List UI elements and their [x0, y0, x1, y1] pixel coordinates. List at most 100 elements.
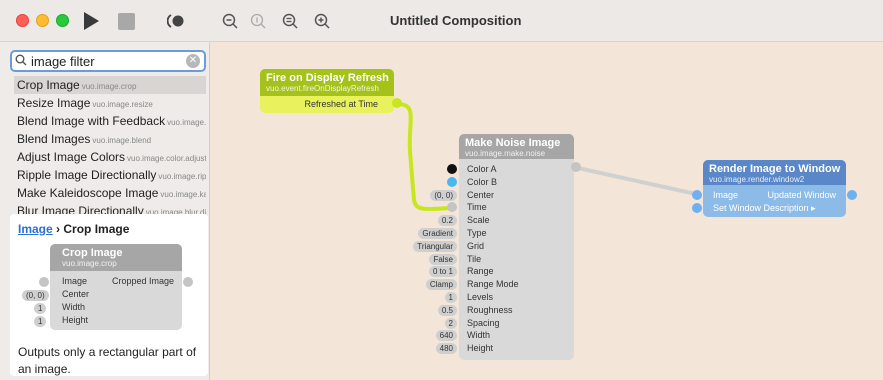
constant-value[interactable]: Gradient	[418, 228, 457, 239]
search-input[interactable]: image filter	[31, 54, 186, 69]
port-label: Scale	[467, 215, 490, 225]
port-label: Image	[713, 190, 739, 200]
stop-button[interactable]	[116, 10, 136, 32]
port-label: Time	[467, 202, 487, 212]
port-label: Color A	[467, 164, 497, 174]
node-title: Crop Image	[62, 247, 123, 259]
node-class: vuo.image.crop	[62, 259, 117, 268]
constant-value[interactable]: Triangular	[413, 241, 457, 252]
breadcrumb-link-image[interactable]: Image	[18, 222, 53, 236]
constant-value[interactable]: 2	[444, 318, 457, 329]
zoom-window-button[interactable]	[56, 14, 69, 27]
input-port[interactable]	[692, 203, 702, 213]
list-item[interactable]: Adjust Image Colors vuo.image.color.adjus…	[14, 148, 206, 166]
input-port[interactable]	[692, 190, 702, 200]
zoom-out-button[interactable]	[220, 10, 240, 32]
library-search-field[interactable]: image filter ✕	[10, 50, 206, 72]
input-port[interactable]	[447, 202, 457, 212]
port-label: Range Mode	[467, 279, 519, 289]
port-label: Roughness	[467, 305, 513, 315]
list-item[interactable]: Resize Image vuo.image.resize	[14, 94, 206, 112]
port-label: Image	[62, 276, 88, 286]
zoom-fit-icon	[282, 13, 298, 29]
list-item[interactable]: Make Kaleidoscope Imagevuo.image.kaleido…	[14, 184, 206, 202]
constant-value: 1	[34, 316, 47, 327]
zoom-actual-button[interactable]	[248, 10, 268, 32]
result-title: Crop Image	[17, 78, 80, 92]
zoom-out-icon	[222, 13, 238, 29]
node-title: Make Noise Image	[465, 137, 561, 149]
result-class: vuo.image.color.adjust	[127, 154, 206, 163]
result-title: Ripple Image Directionally	[17, 168, 157, 182]
result-title: Make Kaleidoscope Image	[17, 186, 159, 200]
constant-value[interactable]: 0.2	[437, 215, 457, 226]
constant-value[interactable]: 0 to 1	[428, 266, 457, 277]
list-item[interactable]: Blend Image with Feedbackvuo.image.feedb…	[14, 112, 206, 130]
node-title: Fire on Display Refresh	[266, 72, 389, 84]
show-events-button[interactable]	[166, 10, 186, 32]
result-class: vuo.image.blend	[92, 136, 152, 145]
close-window-button[interactable]	[16, 14, 29, 27]
output-port[interactable]	[571, 162, 581, 172]
play-icon	[84, 12, 99, 30]
fire-on-display-refresh-node[interactable]: Fire on Display Refresh vuo.event.fireOn…	[260, 69, 394, 113]
list-item[interactable]: Crop Image vuo.image.crop	[14, 76, 206, 94]
run-button[interactable]	[80, 10, 102, 32]
title-bar: Untitled Composition	[0, 0, 883, 42]
search-icon	[15, 54, 31, 69]
trigger-port[interactable]	[392, 98, 402, 108]
result-class: vuo.image.feedback	[167, 118, 206, 127]
port-label: Center	[62, 289, 90, 299]
color-a-swatch[interactable]	[447, 164, 457, 174]
list-item[interactable]: Blend Images vuo.image.blend	[14, 130, 206, 148]
constant-value[interactable]: 480	[435, 343, 457, 354]
port-label: Width	[467, 330, 491, 340]
node-description: Outputs only a rectangular part of an im…	[18, 345, 197, 376]
crop-image-node-preview: Crop Image vuo.image.crop Image Cropped …	[50, 244, 182, 330]
list-item[interactable]: Ripple Image Directionallyvuo.image.ripp…	[14, 166, 206, 184]
breadcrumb: Image › Crop Image	[18, 222, 129, 236]
port-label: Cropped Image	[112, 276, 175, 286]
result-class: vuo.image.kaleidoscope	[160, 190, 206, 199]
constant-value[interactable]: 0.5	[437, 305, 457, 316]
result-class: vuo.image.crop	[81, 82, 137, 91]
constant-value[interactable]: Clamp	[425, 279, 457, 290]
breadcrumb-current: Crop Image	[63, 222, 130, 236]
zoom-in-button[interactable]	[312, 10, 332, 32]
render-image-to-window-node[interactable]: Render Image to Window vuo.image.render.…	[703, 160, 846, 217]
node-documentation-panel: Image › Crop Image Crop Image vuo.image.…	[10, 214, 208, 376]
library-results: Crop Image vuo.image.crop Resize Image vuo…	[14, 76, 206, 220]
port-label: Height	[62, 315, 89, 325]
constant-value[interactable]: False	[429, 254, 457, 265]
image-cable[interactable]	[577, 166, 697, 196]
input-port	[39, 277, 49, 287]
port-label: Width	[62, 302, 86, 312]
constant-value: (0, 0)	[22, 290, 49, 301]
node-class: vuo.image.make.noise	[465, 149, 546, 158]
port-label: Range	[467, 266, 494, 276]
clear-search-icon[interactable]: ✕	[186, 54, 200, 68]
port-label[interactable]: Set Window Description ▸	[713, 202, 816, 215]
port-label: Levels	[467, 292, 494, 302]
zoom-fit-button[interactable]	[280, 10, 300, 32]
node-class: vuo.event.fireOnDisplayRefresh	[266, 84, 379, 93]
constant-value[interactable]: (0, 0)	[430, 190, 457, 201]
output-port[interactable]	[847, 190, 857, 200]
constant-value[interactable]: 1	[444, 292, 457, 303]
stop-icon	[117, 12, 135, 30]
node-class: vuo.image.render.window2	[709, 175, 805, 184]
node-library: image filter ✕ Crop Image vuo.image.crop …	[0, 42, 210, 380]
port-label: Grid	[467, 241, 485, 251]
minimize-window-button[interactable]	[36, 14, 49, 27]
result-title: Blend Image with Feedback	[17, 114, 166, 128]
constant-value[interactable]: 640	[435, 330, 457, 341]
show-events-icon	[167, 14, 184, 28]
result-title: Adjust Image Colors	[17, 150, 126, 164]
color-b-swatch[interactable]	[447, 177, 457, 187]
zoom-actual-icon	[250, 13, 266, 29]
breadcrumb-separator: ›	[52, 222, 64, 236]
window-title: Untitled Composition	[390, 13, 522, 28]
zoom-in-icon	[314, 13, 330, 29]
port-label: Updated Window	[767, 190, 836, 200]
port-label: Type	[467, 228, 487, 238]
